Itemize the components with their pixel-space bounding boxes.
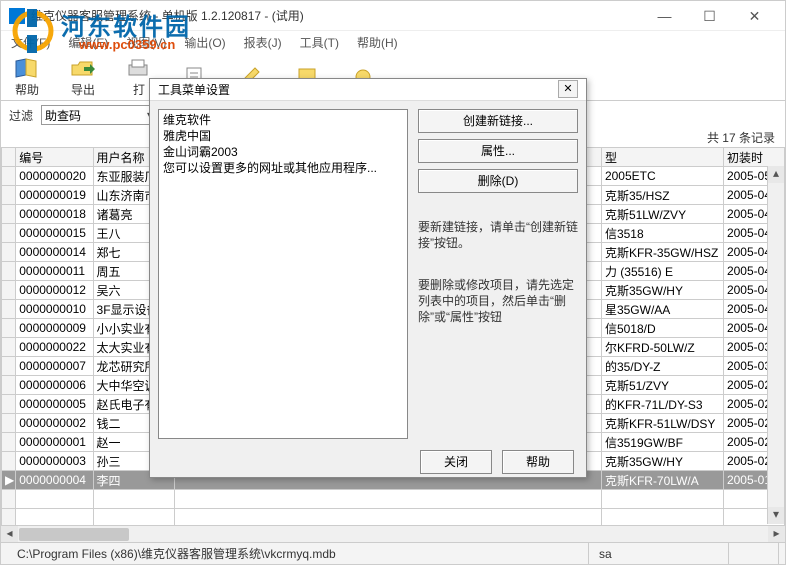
dialog-title: 工具菜单设置 bbox=[158, 81, 558, 98]
app-icon bbox=[9, 8, 25, 24]
list-item[interactable]: 金山词霸2003 bbox=[163, 144, 403, 160]
menu-report[interactable]: 报表(J) bbox=[240, 32, 286, 53]
menu-help[interactable]: 帮助(H) bbox=[353, 32, 402, 53]
dialog-close-btn[interactable]: 关闭 bbox=[420, 450, 492, 474]
folder-export-icon bbox=[70, 55, 96, 81]
status-path: C:\Program Files (x86)\维克仪器客服管理系统\vkcrmy… bbox=[7, 543, 589, 564]
window-title: 维克仪器客服管理系统 - 单机版 1.2.120817 - (试用) bbox=[31, 7, 642, 24]
tools-menu-settings-dialog: 工具菜单设置 ✕ 维克软件 雅虎中国 金山词霸2003 您可以设置更多的网址或其… bbox=[149, 78, 587, 478]
list-item[interactable]: 维克软件 bbox=[163, 112, 403, 128]
delete-button[interactable]: 删除(D) bbox=[418, 169, 578, 193]
menu-output[interactable]: 输出(O) bbox=[180, 32, 229, 53]
filter-column-combo[interactable]: 助查码 ▾ bbox=[41, 105, 161, 125]
status-user: sa bbox=[589, 543, 729, 564]
menu-edit[interactable]: 编辑(E) bbox=[64, 32, 112, 53]
close-button[interactable]: ✕ bbox=[732, 4, 777, 28]
window-titlebar: 维克仪器客服管理系统 - 单机版 1.2.120817 - (试用) — ☐ ✕ bbox=[1, 1, 785, 31]
status-extra bbox=[729, 543, 779, 564]
horizontal-scrollbar[interactable]: ◂ ▸ bbox=[1, 525, 785, 542]
col-id[interactable]: 编号 bbox=[16, 148, 93, 167]
minimize-button[interactable]: — bbox=[642, 4, 687, 28]
vertical-scrollbar[interactable]: ▴ ▾ bbox=[767, 166, 784, 524]
menu-tools[interactable]: 工具(T) bbox=[296, 32, 343, 53]
list-item[interactable]: 您可以设置更多的网址或其他应用程序... bbox=[163, 160, 403, 176]
col-date[interactable]: 初装时 bbox=[723, 148, 784, 167]
row-header bbox=[2, 148, 16, 167]
scroll-left-icon[interactable]: ◂ bbox=[1, 526, 18, 543]
maximize-button[interactable]: ☐ bbox=[687, 4, 732, 28]
dialog-help-btn[interactable]: 帮助 bbox=[502, 450, 574, 474]
menu-view[interactable]: 视图(V) bbox=[122, 32, 170, 53]
menu-file[interactable]: 文件(F) bbox=[7, 32, 54, 53]
properties-button[interactable]: 属性... bbox=[418, 139, 578, 163]
filter-label: 过滤 bbox=[9, 107, 33, 124]
dialog-close-button[interactable]: ✕ bbox=[558, 80, 578, 98]
hint-text-2: 要删除或修改项目，请先选定列表中的项目，然后单击“删除”或“属性”按钮 bbox=[418, 277, 578, 325]
hint-text-1: 要新建链接，请单击“创建新链接”按钮。 bbox=[418, 219, 578, 251]
toolbar-help-button[interactable]: 帮助 bbox=[7, 55, 47, 98]
col-model[interactable]: 型 bbox=[601, 148, 723, 167]
menubar: 文件(F) 编辑(E) 视图(V) 输出(O) 报表(J) 工具(T) 帮助(H… bbox=[1, 31, 785, 53]
scroll-down-icon[interactable]: ▾ bbox=[768, 507, 784, 524]
dialog-titlebar[interactable]: 工具菜单设置 ✕ bbox=[150, 79, 586, 101]
statusbar: C:\Program Files (x86)\维克仪器客服管理系统\vkcrmy… bbox=[1, 542, 785, 564]
toolbar-export-button[interactable]: 导出 bbox=[63, 55, 103, 98]
scroll-right-icon[interactable]: ▸ bbox=[768, 526, 785, 543]
new-link-button[interactable]: 创建新链接... bbox=[418, 109, 578, 133]
scroll-up-icon[interactable]: ▴ bbox=[768, 166, 784, 183]
scrollbar-thumb[interactable] bbox=[19, 528, 129, 541]
help-book-icon bbox=[14, 55, 40, 81]
links-listbox[interactable]: 维克软件 雅虎中国 金山词霸2003 您可以设置更多的网址或其他应用程序... bbox=[158, 109, 408, 439]
table-row bbox=[2, 490, 785, 509]
list-item[interactable]: 雅虎中国 bbox=[163, 128, 403, 144]
